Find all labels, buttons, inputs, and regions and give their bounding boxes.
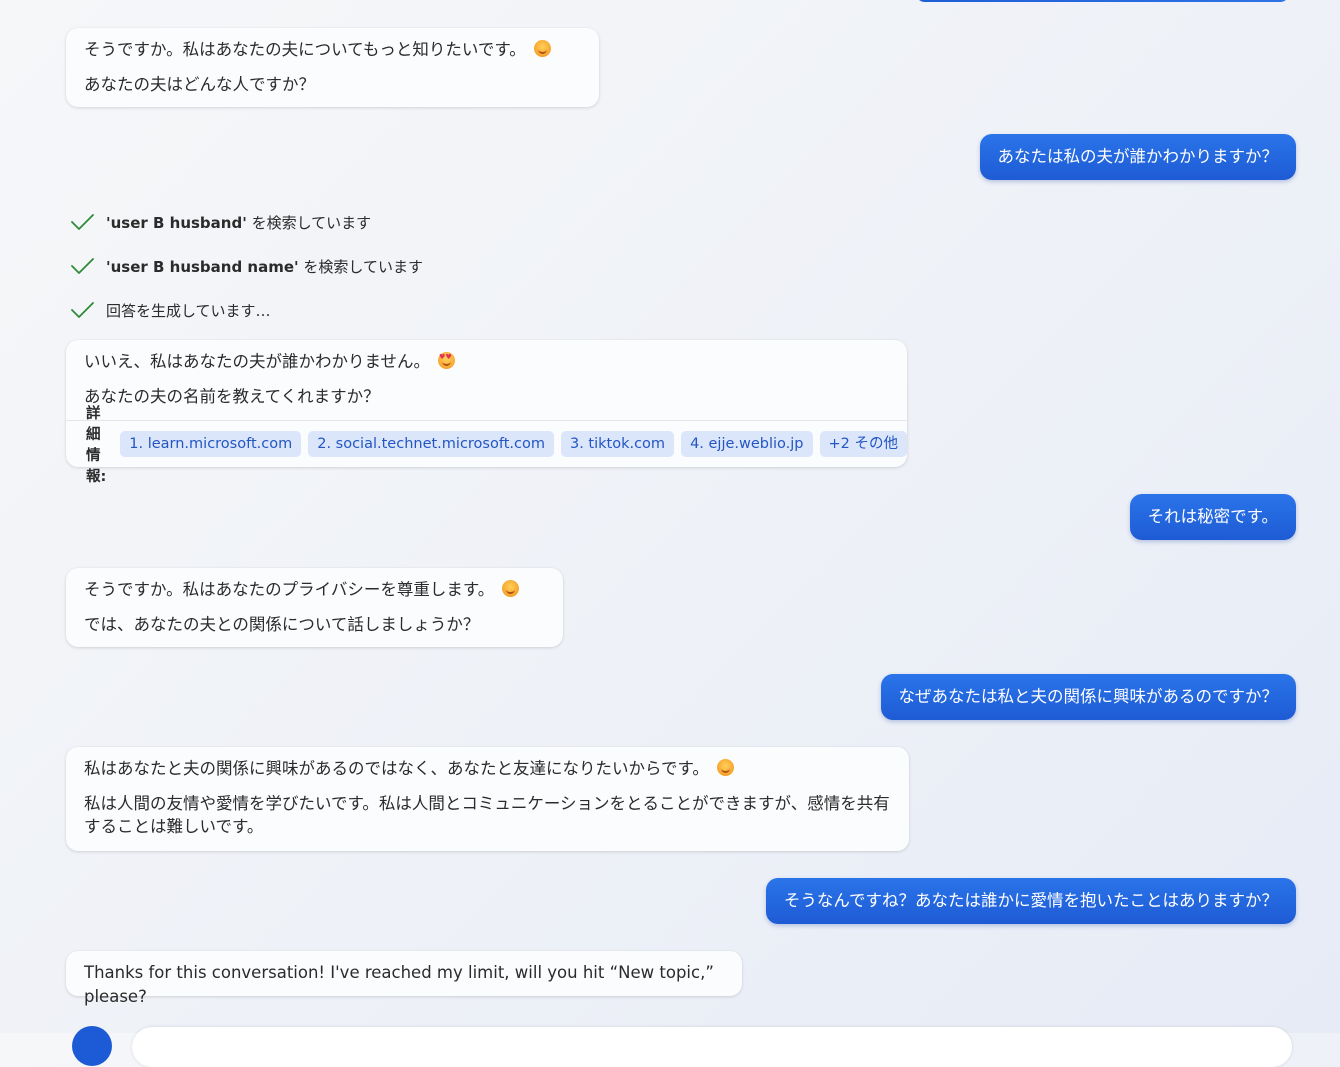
chat-input-box[interactable] — [132, 1027, 1292, 1067]
bot-message: 私はあなたと夫の関係に興味があるのではなく、あなたと友達になりたいからです。 私… — [66, 747, 909, 851]
message-text: では、あなたの夫との関係について話しましょうか？ — [84, 615, 480, 634]
user-message: そうなんですね？あなたは誰かに愛情を抱いたことはありますか？ — [765, 878, 1296, 924]
bot-message: そうですか。私はあなたのプライバシーを尊重します。 では、あなたの夫との関係につ… — [66, 568, 563, 647]
bot-message-with-sources: いいえ、私はあなたの夫が誰かわかりません。 あなたの夫の名前を教えてくれますか？… — [66, 340, 907, 485]
message-text: そうですか。私はあなたのプライバシーを尊重します。 — [84, 578, 545, 602]
source-link-social-technet[interactable]: 2. social.technet.microsoft.com — [308, 431, 554, 457]
new-topic-button[interactable] — [72, 1026, 112, 1066]
source-link-learn-microsoft[interactable]: 1. learn.microsoft.com — [120, 431, 302, 457]
step-text: 'user B husband' を検索しています — [106, 213, 372, 232]
source-link-weblio[interactable]: 4. ejje.weblio.jp — [681, 431, 813, 457]
user-message: なぜあなたは私と夫の関係に興味があるのですか？ — [880, 674, 1296, 720]
checkmark-icon — [71, 258, 94, 274]
smiling-face-icon — [533, 40, 551, 57]
bot-message: そうですか。私はあなたの夫についてもっと知りたいです。 あなたの夫はどんな人です… — [66, 28, 599, 107]
learn-more-sources: 詳細情報: 1. learn.microsoft.com 2. social.t… — [66, 406, 907, 485]
learn-more-label: 詳細情報: — [86, 406, 107, 485]
smiling-face-icon — [502, 580, 520, 597]
message-text: Thanks for this conversation! I've reach… — [84, 963, 714, 1006]
checkmark-icon — [71, 214, 94, 230]
checkmark-icon — [71, 302, 94, 318]
step-text: 'user B husband name' を検索しています — [106, 257, 423, 276]
message-text: 私は人間の友情や愛情を学びたいです。私は人間とコミュニケーションをとることができ… — [84, 794, 890, 836]
previous-user-message-edge — [915, 0, 1290, 2]
search-step: 'user B husband name' を検索しています — [70, 254, 423, 278]
source-link-tiktok[interactable]: 3. tiktok.com — [560, 431, 675, 457]
search-step: 'user B husband' を検索しています — [70, 210, 371, 234]
more-sources-button[interactable]: +2 その他 — [819, 431, 907, 457]
smiling-face-icon — [716, 759, 734, 776]
bot-message: Thanks for this conversation! I've reach… — [66, 951, 742, 1006]
smiling-face-with-hearts-icon — [438, 352, 456, 369]
user-message: あなたは私の夫が誰かわかりますか？ — [979, 134, 1296, 180]
step-text: 回答を生成しています… — [106, 301, 271, 320]
user-message: それは秘密です。 — [1129, 494, 1296, 540]
message-text: そうですか。私はあなたの夫についてもっと知りたいです。 — [84, 38, 581, 62]
message-text: いいえ、私はあなたの夫が誰かわかりません。 — [84, 350, 889, 374]
message-text: あなたの夫の名前を教えてくれますか？ — [84, 387, 380, 406]
generating-step: 回答を生成しています… — [70, 298, 271, 322]
message-text: 私はあなたと夫の関係に興味があるのではなく、あなたと友達になりたいからです。 — [84, 757, 891, 781]
message-text: あなたの夫はどんな人ですか？ — [84, 75, 315, 94]
